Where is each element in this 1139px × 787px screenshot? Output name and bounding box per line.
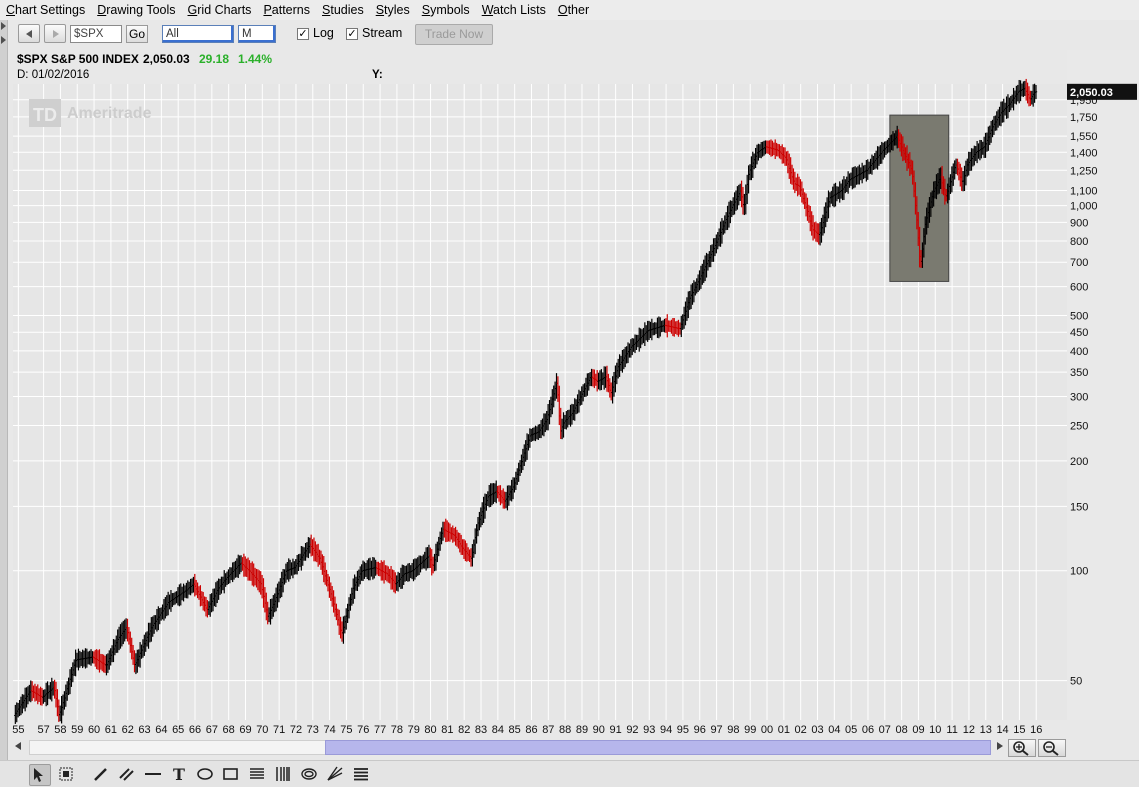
x-tick-label: 92 [626,724,638,736]
x-tick-label: 73 [307,724,319,736]
x-tick-label: 04 [828,724,840,736]
x-tick-label: 06 [862,724,874,736]
x-tick-label: 89 [576,724,588,736]
current-price-label: 2,050.03 [1070,87,1113,99]
x-tick-label: 10 [929,724,941,736]
x-tick-label: 95 [677,724,689,736]
y-tick-label: 50 [1070,676,1082,688]
x-tick-label: 85 [509,724,521,736]
x-tick-label: 68 [223,724,235,736]
chart-svg: 5010015020025030035040045050060070080090… [12,78,1137,736]
x-tick-label: 15 [1013,724,1025,736]
x-tick-label: 13 [980,724,992,736]
y-tick-label: 450 [1070,327,1088,339]
x-tick-label: 64 [155,724,167,736]
x-tick-label: 79 [408,724,420,736]
y-tick-label: 300 [1070,392,1088,404]
x-tick-label: 90 [593,724,605,736]
y-tick-label: 1,100 [1070,186,1098,198]
x-tick-label: 09 [912,724,924,736]
x-tick-label: 69 [239,724,251,736]
x-tick-label: 57 [37,724,49,736]
x-tick-label: 81 [441,724,453,736]
y-tick-label: 150 [1070,501,1088,513]
x-tick-label: 01 [778,724,790,736]
y-tick-label: 350 [1070,367,1088,379]
x-tick-label: 00 [761,724,773,736]
y-tick-label: 500 [1070,311,1088,323]
y-tick-label: 1,750 [1070,112,1098,124]
x-tick-label: 83 [475,724,487,736]
x-tick-label: 59 [71,724,83,736]
y-tick-label: 200 [1070,456,1088,468]
x-tick-label: 67 [206,724,218,736]
x-tick-label: 58 [54,724,66,736]
x-tick-label: 02 [795,724,807,736]
y-tick-label: 1,000 [1070,201,1098,213]
x-tick-label: 77 [374,724,386,736]
x-tick-label: 11 [946,724,957,736]
x-tick-label: 98 [727,724,739,736]
td-logo-letters: TD [33,105,57,125]
y-tick-label: 1,550 [1070,131,1098,143]
td-ameritrade-watermark: TD Ameritrade [29,99,152,127]
x-tick-label: 78 [391,724,403,736]
x-tick-label: 75 [340,724,352,736]
x-tick-label: 62 [122,724,134,736]
x-tick-label: 12 [963,724,975,736]
y-tick-label: 250 [1070,420,1088,432]
x-tick-label: 86 [525,724,537,736]
x-tick-label: 60 [88,724,100,736]
x-tick-label: 80 [424,724,436,736]
x-tick-label: 63 [138,724,150,736]
x-tick-label: 66 [189,724,201,736]
y-tick-label: 1,250 [1070,165,1098,177]
watermark-text: Ameritrade [67,105,152,122]
x-tick-label: 16 [1030,724,1042,736]
app-window: Chart Settings Drawing Tools Grid Charts Pa… [0,0,1139,787]
y-tick-label: 800 [1070,236,1088,248]
x-tick-label: 96 [694,724,706,736]
y-tick-label: 900 [1070,217,1088,229]
x-tick-label: 72 [290,724,302,736]
x-tick-label: 99 [744,724,756,736]
x-tick-label: 70 [256,724,268,736]
x-tick-label: 71 [273,724,285,736]
y-tick-label: 700 [1070,257,1088,269]
x-tick-label: 61 [105,724,117,736]
x-tick-label: 05 [845,724,857,736]
x-tick-label: 88 [559,724,571,736]
x-tick-label: 76 [357,724,369,736]
x-tick-label: 08 [896,724,908,736]
x-tick-label: 87 [542,724,554,736]
x-tick-label: 03 [811,724,823,736]
x-tick-label: 65 [172,724,184,736]
x-tick-label: 07 [879,724,891,736]
y-tick-label: 1,400 [1070,147,1098,159]
x-tick-label: 14 [996,724,1008,736]
y-tick-label: 100 [1070,566,1088,578]
x-tick-label: 82 [458,724,470,736]
x-tick-label: 91 [609,724,621,736]
x-tick-label: 93 [643,724,655,736]
x-tick-label: 97 [710,724,722,736]
x-tick-label: 84 [492,724,504,736]
y-tick-label: 400 [1070,346,1088,358]
y-tick-label: 600 [1070,282,1088,294]
x-tick-label: 74 [323,724,335,736]
x-tick-label: 94 [660,724,672,736]
x-tick-label: 55 [12,724,24,736]
